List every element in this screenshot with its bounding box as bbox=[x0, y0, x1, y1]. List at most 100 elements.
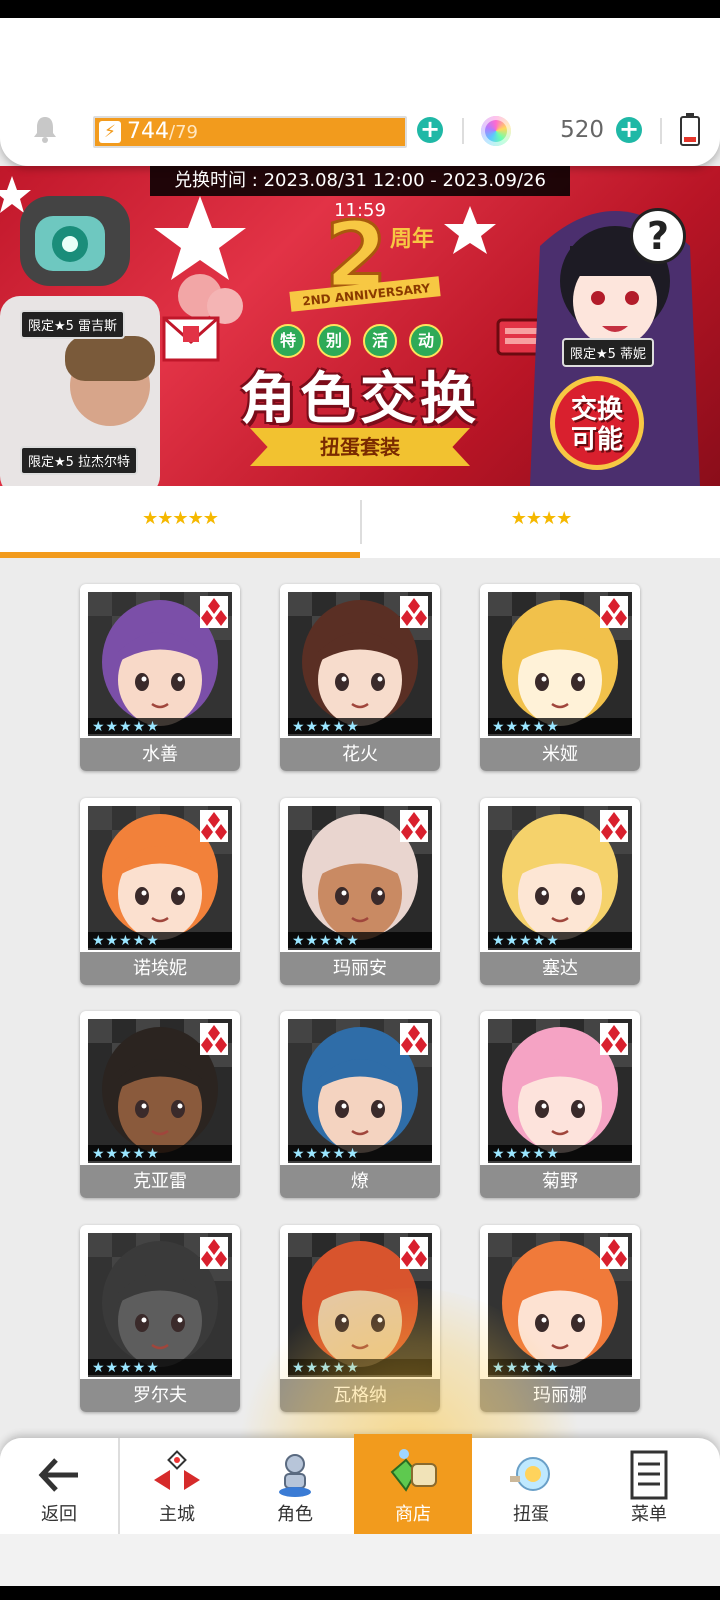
lightning-icon: ⚡ bbox=[99, 121, 121, 143]
card-suit-icon bbox=[400, 596, 428, 628]
character-card[interactable]: ★★★★★ 诺埃妮 bbox=[80, 798, 240, 985]
exchange-available-badge: 交换 可能 bbox=[550, 376, 644, 470]
shop-icon bbox=[390, 1449, 437, 1492]
rarity-stars: ★★★★★ bbox=[88, 932, 232, 950]
energy-current: 744 bbox=[127, 119, 169, 144]
status-bar: ⚡ 744/79 + 520 + bbox=[0, 18, 720, 166]
character-name: 米娅 bbox=[480, 738, 640, 771]
character-tag-rajelt: 限定★5 拉杰尔特 bbox=[20, 446, 139, 475]
badge-line: 可能 bbox=[570, 425, 623, 455]
character-name: 诺埃妮 bbox=[80, 952, 240, 985]
menu-icon bbox=[630, 1450, 668, 1500]
event-label: 特别活动 bbox=[265, 324, 455, 358]
card-suit-icon bbox=[600, 1237, 628, 1269]
character-card[interactable]: ★★★★★ 米娅 bbox=[480, 584, 640, 771]
energy-value: 744/79 bbox=[127, 118, 198, 147]
card-suit-icon bbox=[600, 596, 628, 628]
banner-title: 角色交换 bbox=[240, 367, 480, 432]
character-card[interactable]: ★★★★★ 玛丽安 bbox=[280, 798, 440, 985]
nav-label: 扭蛋 bbox=[513, 1504, 549, 1525]
rarity-stars: ★★★★★ bbox=[488, 932, 632, 950]
card-suit-icon bbox=[400, 810, 428, 842]
rarity-stars: ★★★★★ bbox=[488, 1145, 632, 1163]
event-char: 动 bbox=[409, 324, 443, 358]
nav-main-city[interactable]: 主城 bbox=[118, 1438, 236, 1534]
character-name: 塞达 bbox=[480, 952, 640, 985]
nav-shop[interactable]: 商店 bbox=[354, 1434, 472, 1534]
bell-icon[interactable] bbox=[30, 114, 60, 144]
add-gem-button[interactable]: + bbox=[616, 117, 642, 143]
character-name: 燎 bbox=[280, 1165, 440, 1198]
card-suit-icon bbox=[600, 810, 628, 842]
nav-label: 商店 bbox=[395, 1504, 431, 1525]
back-arrow-icon bbox=[38, 1458, 78, 1492]
rarity-stars: ★★★★★ bbox=[288, 932, 432, 950]
rarity-stars: ★★★★★ bbox=[88, 1145, 232, 1163]
character-name: 玛丽安 bbox=[280, 952, 440, 985]
character-name: 玛丽娜 bbox=[480, 1379, 640, 1412]
event-char: 活 bbox=[363, 324, 397, 358]
anniversary-logo: 2 2ND ANNIVERSARY 周年 bbox=[289, 206, 441, 312]
rarity-stars: ★★★★★ bbox=[288, 1145, 432, 1163]
svg-text:周年: 周年 bbox=[390, 226, 434, 252]
nav-menu[interactable]: 菜单 bbox=[590, 1438, 708, 1534]
character-grid: ★★★★★ 水善 ★★★★★ 花火 ★★★★★ 米娅 ★★★★★ 诺埃妮 ★★★★★ 玛丽安 ★★★… bbox=[0, 558, 720, 1438]
bottom-navigation: 返回 主城 角色 商店 扭蛋 菜单 bbox=[0, 1434, 720, 1534]
tab-four-star[interactable]: ★★★★ bbox=[362, 486, 720, 558]
character-card[interactable]: ★★★★★ 罗尔夫 bbox=[80, 1225, 240, 1412]
character-card[interactable]: ★★★★★ 花火 bbox=[280, 584, 440, 771]
battery-icon bbox=[680, 113, 700, 146]
nav-gacha[interactable]: 扭蛋 bbox=[472, 1438, 590, 1534]
nav-back[interactable]: 返回 bbox=[0, 1438, 120, 1534]
help-button[interactable]: ? bbox=[630, 208, 686, 264]
gem-count: 520 bbox=[560, 117, 604, 143]
card-suit-icon bbox=[200, 596, 228, 628]
character-tag-tini: 限定★5 蒂妮 bbox=[562, 338, 655, 367]
character-icon bbox=[279, 1454, 311, 1497]
character-card[interactable]: ★★★★★ 玛丽娜 bbox=[480, 1225, 640, 1412]
nav-label: 主城 bbox=[159, 1504, 195, 1525]
rarity-stars: ★★★★★ bbox=[88, 1359, 232, 1377]
card-suit-icon bbox=[200, 1237, 228, 1269]
banner-subtitle: 扭蛋套装 bbox=[250, 428, 470, 466]
card-suit-icon bbox=[200, 1023, 228, 1055]
character-card[interactable]: ★★★★★ 燎 bbox=[280, 1011, 440, 1198]
badge-line: 交换 bbox=[570, 395, 623, 425]
rarity-stars: ★★★★★ bbox=[488, 1359, 632, 1377]
event-banner[interactable]: 兑换时间 : 2023.08/31 12:00 - 2023.09/26 11:… bbox=[0, 166, 720, 486]
event-char: 别 bbox=[317, 324, 351, 358]
castle-icon bbox=[154, 1450, 200, 1490]
character-name: 罗尔夫 bbox=[80, 1379, 240, 1412]
character-card[interactable]: ★★★★★ 克亚雷 bbox=[80, 1011, 240, 1198]
rarity-stars: ★★★★★ bbox=[288, 1359, 432, 1377]
rarity-stars: ★★★★★ bbox=[288, 718, 432, 736]
game-screen: ⚡ 744/79 + 520 + 兑换时间 : 2023.08/31 12:00… bbox=[0, 18, 720, 1586]
nav-label: 角色 bbox=[277, 1504, 313, 1525]
character-card[interactable]: ★★★★★ 菊野 bbox=[480, 1011, 640, 1198]
card-suit-icon bbox=[600, 1023, 628, 1055]
rarity-tabs: ★★★★★ ★★★★ bbox=[0, 486, 720, 558]
rarity-stars: ★★★★★ bbox=[88, 718, 232, 736]
event-char: 特 bbox=[271, 324, 305, 358]
character-name: 花火 bbox=[280, 738, 440, 771]
gem-icon bbox=[481, 116, 511, 146]
character-name: 瓦格纳 bbox=[280, 1379, 440, 1412]
energy-bar: ⚡ 744/79 bbox=[93, 116, 407, 148]
nav-label: 返回 bbox=[41, 1504, 77, 1525]
tab-five-star[interactable]: ★★★★★ bbox=[0, 486, 360, 558]
character-card[interactable]: ★★★★★ 水善 bbox=[80, 584, 240, 771]
divider bbox=[462, 118, 464, 144]
character-card[interactable]: ★★★★★ 塞达 bbox=[480, 798, 640, 985]
energy-max: /79 bbox=[169, 122, 198, 143]
nav-character[interactable]: 角色 bbox=[236, 1438, 354, 1534]
character-card[interactable]: ★★★★★ 瓦格纳 bbox=[280, 1225, 440, 1412]
gacha-icon bbox=[510, 1457, 550, 1491]
add-energy-button[interactable]: + bbox=[417, 117, 443, 143]
card-suit-icon bbox=[400, 1237, 428, 1269]
character-name: 克亚雷 bbox=[80, 1165, 240, 1198]
card-suit-icon bbox=[400, 1023, 428, 1055]
system-gesture-area bbox=[0, 1534, 720, 1586]
character-tag-regis: 限定★5 雷吉斯 bbox=[20, 310, 126, 339]
character-name: 水善 bbox=[80, 738, 240, 771]
rarity-stars: ★★★★★ bbox=[488, 718, 632, 736]
